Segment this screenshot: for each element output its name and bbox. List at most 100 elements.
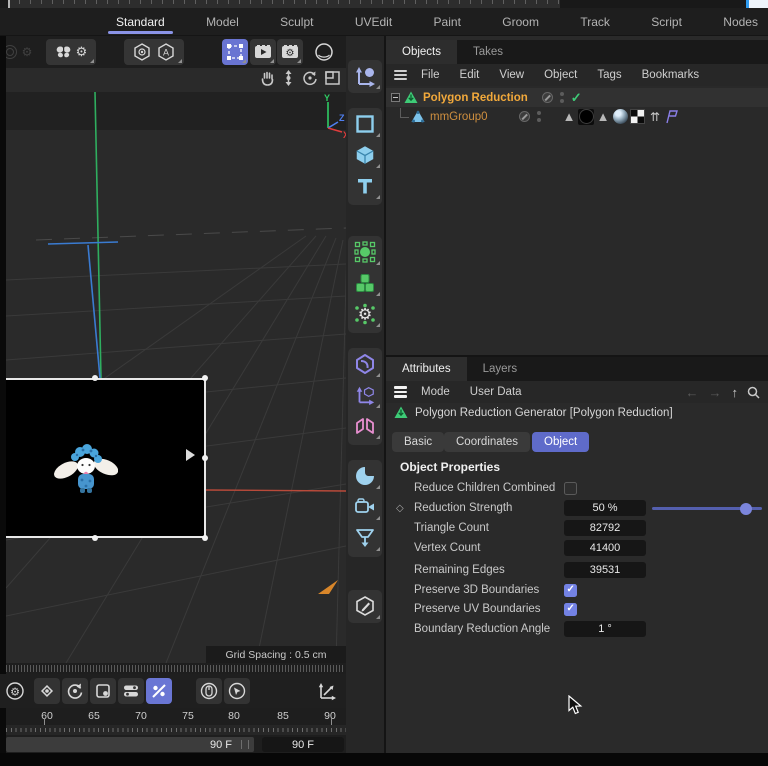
material-manager-button[interactable]	[308, 39, 340, 65]
autokey-disabled-button[interactable]	[146, 678, 172, 704]
generator-check-icon[interactable]: ✓	[571, 90, 582, 106]
record-mouse-button[interactable]	[196, 678, 222, 704]
layout-tab-standard[interactable]: Standard	[112, 10, 169, 34]
enable-toggle-icon[interactable]	[519, 111, 530, 122]
boundary-angle-field[interactable]: 1 °	[564, 621, 646, 637]
material-tag-icon[interactable]	[612, 108, 629, 125]
image-plane-preview[interactable]	[6, 378, 206, 538]
keyframe-selection-button[interactable]	[90, 678, 116, 704]
visibility-dots-icon[interactable]	[537, 111, 541, 122]
history-forward-icon[interactable]: →	[704, 385, 727, 400]
remaining-edges-field[interactable]: 39531	[564, 562, 646, 578]
tab-attributes[interactable]: Attributes	[386, 357, 467, 381]
motext-button[interactable]	[348, 170, 382, 201]
tab-takes[interactable]: Takes	[457, 40, 519, 64]
parent-up-icon[interactable]: ↑	[727, 385, 744, 400]
layout-tab-script[interactable]: Script	[647, 10, 686, 34]
volume-mesher-button[interactable]	[348, 460, 382, 491]
record-pointer-button[interactable]	[224, 678, 250, 704]
enable-toggle-icon[interactable]	[542, 92, 553, 103]
normals-tag-icon[interactable]: ⇈	[646, 108, 663, 125]
slider-knob[interactable]	[740, 503, 752, 515]
field-button[interactable]	[348, 348, 382, 379]
pan-hand-icon[interactable]	[260, 70, 275, 86]
symmetry-instance-button[interactable]	[348, 410, 382, 441]
menu-object[interactable]: Object	[534, 69, 587, 81]
plane-handle-right[interactable]	[202, 455, 208, 461]
render-to-viewport-button[interactable]	[250, 39, 276, 65]
keyframe-presets-button[interactable]	[118, 678, 144, 704]
orbit-rotate-icon[interactable]	[302, 70, 318, 86]
display-tag-icon[interactable]	[578, 108, 595, 125]
timeline-grip[interactable]	[6, 665, 344, 672]
plane-handle-bottom[interactable]	[92, 535, 98, 541]
reduction-strength-slider[interactable]	[652, 498, 764, 518]
menu-edit[interactable]: Edit	[450, 69, 490, 81]
layout-tab-uvedit[interactable]: UVEdit	[351, 10, 396, 34]
camera-button[interactable]	[348, 491, 382, 522]
polygon-selection-tag-icon[interactable]: ▲	[561, 108, 578, 125]
move-tool-button[interactable]	[348, 60, 382, 91]
plane-handle-top-right[interactable]	[202, 375, 208, 381]
menu-file[interactable]: File	[411, 69, 450, 81]
simulation-gear-button[interactable]: ⚙	[348, 298, 382, 329]
layout-tab-paint[interactable]: Paint	[430, 10, 465, 34]
tab-layers[interactable]: Layers	[467, 357, 534, 381]
timeline-ruler[interactable]: 60 65 70 75 80 85 90	[6, 710, 346, 722]
cloner-button[interactable]	[348, 236, 382, 267]
range-grip-icon[interactable]	[241, 740, 249, 749]
object-label[interactable]: mmGroup0	[430, 111, 488, 123]
history-back-icon[interactable]: ←	[681, 385, 704, 400]
viewport[interactable]: Y Z X	[6, 68, 346, 663]
object-label[interactable]: Polygon Reduction	[423, 92, 528, 104]
search-icon[interactable]	[743, 386, 768, 399]
render-settings-button[interactable]: ⚙	[277, 39, 303, 65]
tab-coordinates[interactable]: Coordinates	[444, 432, 530, 452]
tab-object[interactable]: Object	[532, 432, 589, 452]
dolly-zoom-icon[interactable]	[282, 70, 295, 86]
hamburger-icon[interactable]	[394, 70, 407, 80]
tree-row-mmgroup0[interactable]: mmGroup0 ▲ ▲ ⇈	[386, 107, 768, 126]
reduce-children-checkbox[interactable]	[564, 482, 577, 495]
spline-rectangle-button[interactable]	[348, 108, 382, 139]
visibility-dots-icon[interactable]	[560, 92, 564, 103]
end-frame-field[interactable]: 90 F	[262, 737, 344, 752]
preserve-3d-checkbox[interactable]	[564, 584, 577, 597]
deformer-axes-button[interactable]	[348, 379, 382, 410]
reduction-strength-field[interactable]: 50 %	[564, 500, 646, 516]
autokey-rotation-button[interactable]	[62, 678, 88, 704]
plane-handle-top[interactable]	[92, 375, 98, 381]
keyframe-diamond-icon[interactable]: ◇	[396, 503, 404, 514]
menu-bookmarks[interactable]: Bookmarks	[632, 69, 710, 81]
preserve-uv-checkbox[interactable]	[564, 603, 577, 616]
tree-row-polygon-reduction[interactable]: Polygon Reduction ✓	[386, 88, 768, 107]
layout-tab-sculpt[interactable]: Sculpt	[276, 10, 317, 34]
render-view-region-button[interactable]	[222, 39, 248, 65]
symmetry-tool-button[interactable]: ⚙	[46, 39, 96, 65]
triangle-count-field[interactable]: 82792	[564, 520, 646, 536]
layout-tab-model[interactable]: Model	[202, 10, 243, 34]
layout-tab-groom[interactable]: Groom	[498, 10, 543, 34]
tab-objects[interactable]: Objects	[386, 40, 457, 64]
timeline-range-slider[interactable]: 90 F	[6, 737, 254, 752]
collapse-toggle-icon[interactable]	[391, 93, 400, 102]
plane-handle-bottom-right[interactable]	[202, 535, 208, 541]
record-keyframe-button[interactable]	[34, 678, 60, 704]
volume-builder-button[interactable]	[348, 267, 382, 298]
hamburger-icon[interactable]	[394, 386, 407, 398]
maximize-view-icon[interactable]	[325, 71, 340, 85]
sketch-tool-button[interactable]	[348, 590, 382, 621]
layout-tab-nodes[interactable]: Nodes	[719, 10, 762, 34]
cube-primitive-button[interactable]	[348, 139, 382, 170]
tab-basic[interactable]: Basic	[392, 432, 444, 452]
menu-mode[interactable]: Mode	[411, 386, 460, 398]
stage-button[interactable]	[348, 522, 382, 553]
vertex-count-field[interactable]: 41400	[564, 540, 646, 556]
modeling-axis-button-group[interactable]: A	[124, 39, 184, 65]
timeline-ticks[interactable]	[6, 725, 346, 735]
phong-tag-icon[interactable]	[663, 108, 680, 125]
menu-view[interactable]: View	[489, 69, 534, 81]
menu-user-data[interactable]: User Data	[460, 386, 532, 398]
menu-tags[interactable]: Tags	[587, 69, 631, 81]
phong-selection-tag-icon[interactable]: ▲	[595, 108, 612, 125]
